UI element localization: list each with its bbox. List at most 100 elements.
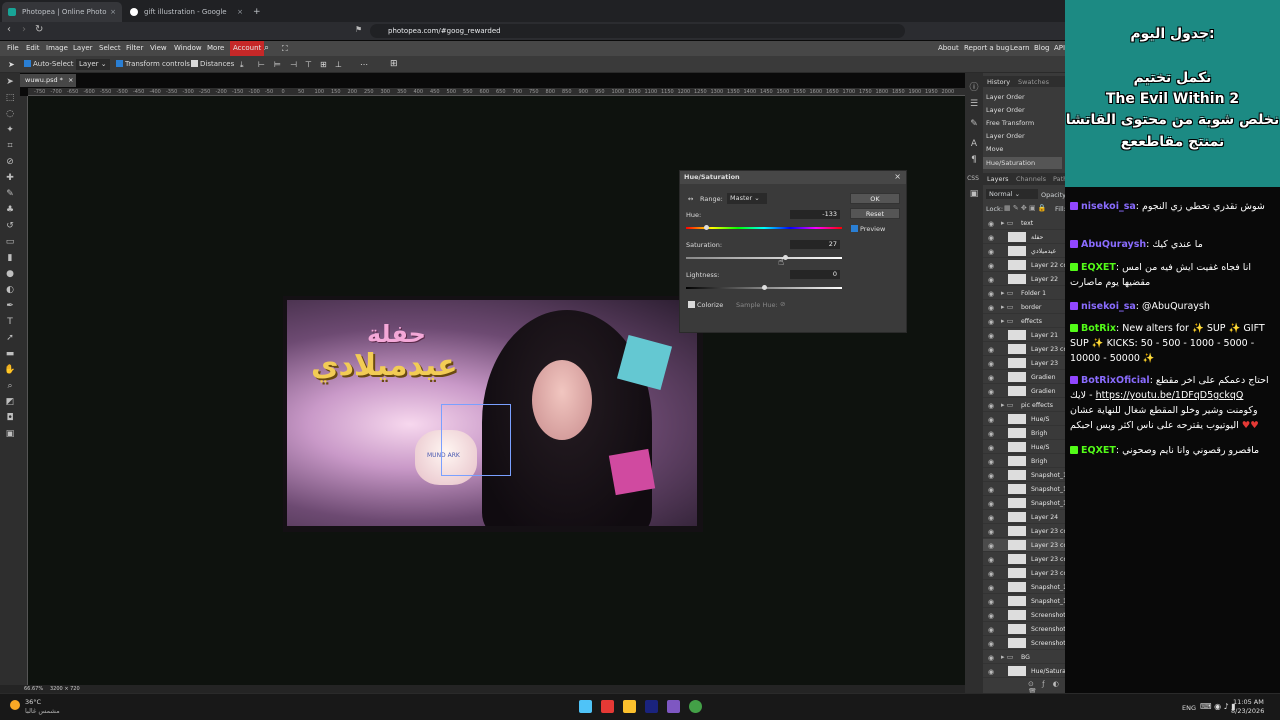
hue-slider[interactable]: [686, 227, 842, 229]
folder-icon[interactable]: ▸ ▭: [1001, 303, 1013, 311]
visibility-eye-icon[interactable]: ◉: [988, 416, 994, 424]
shape-tool-icon[interactable]: ▬: [4, 349, 16, 360]
hue-input[interactable]: -133: [790, 210, 840, 219]
lightness-slider-thumb[interactable]: [762, 285, 767, 290]
css-icon[interactable]: CSS: [967, 173, 979, 184]
colorize-checkbox[interactable]: Colorize: [688, 301, 723, 309]
tab-layers[interactable]: Layers: [987, 175, 1009, 183]
eyedropper-icon[interactable]: ⊘: [780, 300, 785, 308]
visibility-eye-icon[interactable]: ◉: [988, 654, 994, 662]
distribute-icon[interactable]: ⋯: [360, 59, 368, 70]
gradient-tool-icon[interactable]: ▮: [4, 253, 16, 264]
visibility-eye-icon[interactable]: ◉: [988, 444, 994, 452]
visibility-eye-icon[interactable]: ◉: [988, 500, 994, 508]
reload-icon[interactable]: ↻: [35, 24, 43, 35]
range-select[interactable]: Master ⌄: [727, 193, 767, 204]
paragraph-icon[interactable]: ¶: [968, 155, 980, 166]
path-select-icon[interactable]: ➚: [4, 333, 16, 344]
folder-icon[interactable]: ▸ ▭: [1001, 401, 1013, 409]
lock-icons[interactable]: ▦ ✎ ✥ ▣ 🔒: [1004, 204, 1047, 212]
magic-wand-icon[interactable]: ✦: [4, 125, 16, 136]
app-icon[interactable]: [667, 700, 680, 713]
menu-filter[interactable]: Filter: [126, 41, 143, 56]
blend-mode-select[interactable]: Normal ⌄: [986, 189, 1038, 199]
brave-icon[interactable]: [601, 700, 614, 713]
search-icon[interactable]: ⌕: [264, 41, 269, 56]
close-tab-icon[interactable]: ×: [237, 2, 243, 22]
align-top-icon[interactable]: ⊤: [305, 59, 312, 70]
history-item-current[interactable]: Hue/Saturation: [983, 157, 1062, 169]
preview-checkbox[interactable]: Preview: [851, 225, 885, 233]
eraser-tool-icon[interactable]: ▭: [4, 237, 16, 248]
visibility-eye-icon[interactable]: ◉: [988, 668, 994, 676]
menu-learn[interactable]: Learn: [1010, 41, 1030, 56]
brush-panel-icon[interactable]: ✎: [968, 119, 980, 130]
move-tool-icon[interactable]: ➤: [4, 77, 16, 88]
chat-link[interactable]: https://youtu.be/1DFqD5gckqQ: [1096, 390, 1244, 401]
visibility-eye-icon[interactable]: ◉: [988, 276, 994, 284]
visibility-eye-icon[interactable]: ◉: [988, 360, 994, 368]
new-tab-button[interactable]: +: [250, 2, 264, 22]
url-field[interactable]: photopea.com/#goog_rewarded: [370, 24, 905, 38]
folder-icon[interactable]: ▸ ▭: [1001, 653, 1013, 661]
menu-edit[interactable]: Edit: [26, 41, 40, 56]
hand-tool-icon[interactable]: ✋: [4, 365, 16, 376]
reset-button[interactable]: Reset: [850, 208, 900, 219]
saturation-slider[interactable]: [686, 257, 842, 259]
tab-channels[interactable]: Channels: [1016, 175, 1046, 183]
close-document-icon[interactable]: ×: [68, 74, 73, 87]
clock-time[interactable]: 11:05 AM: [1233, 698, 1264, 706]
menu-window[interactable]: Window: [174, 41, 202, 56]
target-select[interactable]: Layer ⌄: [76, 59, 110, 70]
ok-button[interactable]: OK: [850, 193, 900, 204]
visibility-eye-icon[interactable]: ◉: [988, 304, 994, 312]
visibility-eye-icon[interactable]: ◉: [988, 458, 994, 466]
file-explorer-icon[interactable]: [623, 700, 636, 713]
healing-icon[interactable]: ✚: [4, 173, 16, 184]
menu-file[interactable]: File: [7, 41, 19, 56]
dodge-tool-icon[interactable]: ◐: [4, 285, 16, 296]
chrome-icon[interactable]: [689, 700, 702, 713]
language-indicator[interactable]: ENG: [1182, 704, 1196, 712]
distances-checkbox[interactable]: Distances: [191, 59, 234, 70]
close-dialog-icon[interactable]: ×: [894, 172, 901, 181]
visibility-eye-icon[interactable]: ◉: [988, 234, 994, 242]
visibility-eye-icon[interactable]: ◉: [988, 346, 994, 354]
blur-tool-icon[interactable]: ●: [4, 269, 16, 280]
fullscreen-icon[interactable]: ⛶: [282, 41, 288, 56]
info-icon[interactable]: ⓘ: [968, 83, 980, 94]
visibility-eye-icon[interactable]: ◉: [988, 640, 994, 648]
menu-account[interactable]: Account: [230, 41, 265, 56]
tab-google-search[interactable]: gift illustration - Google Search ×: [124, 2, 249, 36]
visibility-eye-icon[interactable]: ◉: [988, 570, 994, 578]
menu-image[interactable]: Image: [46, 41, 68, 56]
transform-controls-checkbox[interactable]: Transform controls: [116, 59, 190, 70]
visibility-eye-icon[interactable]: ◉: [988, 542, 994, 550]
history-brush-icon[interactable]: ↺: [4, 221, 16, 232]
align-center-icon[interactable]: ⊨: [274, 59, 281, 70]
folder-icon[interactable]: ▸ ▭: [1001, 289, 1013, 297]
history-item[interactable]: Free Transform: [986, 117, 1034, 129]
visibility-eye-icon[interactable]: ◉: [988, 626, 994, 634]
visibility-eye-icon[interactable]: ◉: [988, 332, 994, 340]
menu-report-bug[interactable]: Report a bug: [964, 41, 1009, 56]
menu-about[interactable]: About: [938, 41, 959, 56]
type-tool-icon[interactable]: T: [4, 317, 16, 328]
history-item[interactable]: Move: [986, 143, 1003, 155]
auto-select-checkbox[interactable]: Auto-Select: [24, 59, 74, 70]
tab-history[interactable]: History: [987, 78, 1010, 86]
menu-blog[interactable]: Blog: [1034, 41, 1049, 56]
image-panel-icon[interactable]: ▣: [968, 189, 980, 200]
visibility-eye-icon[interactable]: ◉: [988, 556, 994, 564]
screen-mode-icon[interactable]: ▣: [4, 429, 16, 440]
hue-slider-thumb[interactable]: [704, 225, 710, 230]
menu-more[interactable]: More: [207, 41, 224, 56]
visibility-eye-icon[interactable]: ◉: [988, 220, 994, 228]
menu-api[interactable]: API: [1054, 41, 1065, 56]
weather-temp[interactable]: 36°C: [25, 698, 41, 706]
folder-icon[interactable]: ▸ ▭: [1001, 317, 1013, 325]
align-middle-icon[interactable]: ⊞: [320, 59, 327, 70]
menu-select[interactable]: Select: [99, 41, 121, 56]
visibility-eye-icon[interactable]: ◉: [988, 584, 994, 592]
document-image[interactable]: MUND ARK حفلة عيدميلادي: [283, 296, 703, 532]
